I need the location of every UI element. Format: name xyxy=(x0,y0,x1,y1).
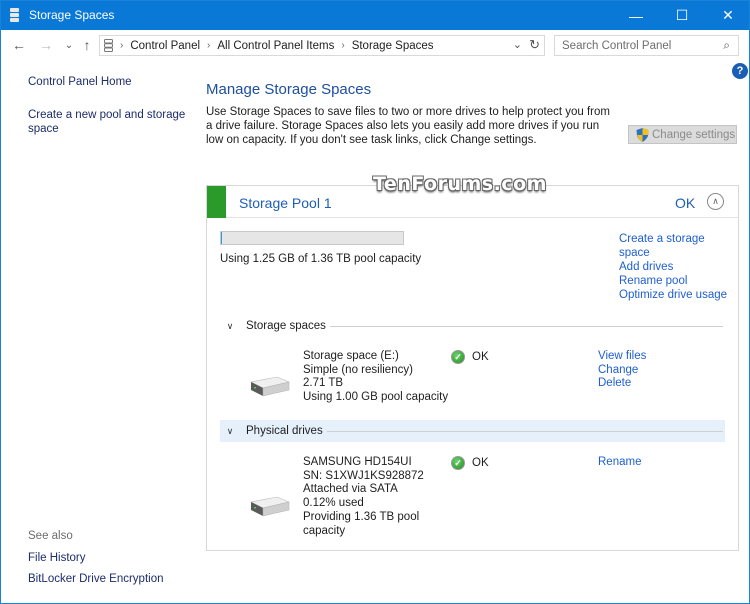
delete-link[interactable]: Delete xyxy=(598,377,646,391)
physical-drive-status: ✓ OK xyxy=(451,456,489,470)
storage-spaces-section-label: Storage spaces xyxy=(246,320,326,332)
pool-name: Storage Pool 1 xyxy=(239,195,332,211)
ok-check-icon: ✓ xyxy=(451,456,465,470)
rename-drive-link[interactable]: Rename xyxy=(598,456,641,470)
close-button[interactable]: ✕ xyxy=(705,1,750,30)
storage-space-actions: View files Change Delete xyxy=(598,350,646,391)
physical-drives-section-label: Physical drives xyxy=(246,425,323,437)
address-bar[interactable]: › Control Panel › All Control Panel Item… xyxy=(99,35,545,56)
storage-space-status: ✓ OK xyxy=(451,350,489,364)
address-dropdown-icon[interactable]: ⌄ xyxy=(513,38,522,51)
maximize-icon: ☐ xyxy=(675,7,689,23)
breadcrumb-separator-icon: › xyxy=(120,40,124,51)
search-input[interactable]: Search Control Panel ⌕ xyxy=(554,35,739,56)
sidebar-create-pool[interactable]: Create a new pool and storage space xyxy=(28,108,188,136)
maximize-button[interactable]: ☐ xyxy=(659,1,705,30)
back-button[interactable]: ← xyxy=(10,36,28,54)
section-divider xyxy=(329,325,723,327)
optimize-drive-usage-link[interactable]: Optimize drive usage xyxy=(619,288,734,302)
physical-drives-section-header[interactable]: ∨ Physical drives xyxy=(220,420,725,442)
ok-check-icon: ✓ xyxy=(451,350,465,364)
breadcrumb-all-items[interactable]: All Control Panel Items xyxy=(217,40,334,52)
storage-space-status-text: OK xyxy=(472,351,489,363)
page-description: Use Storage Spaces to save files to two … xyxy=(206,106,610,146)
see-also-label: See also xyxy=(28,530,73,542)
drive-icon xyxy=(250,496,290,517)
breadcrumb-separator-icon: › xyxy=(341,40,345,51)
storage-space-info: Storage space (E:) Simple (no resiliency… xyxy=(303,350,448,405)
rename-pool-link[interactable]: Rename pool xyxy=(619,274,734,288)
pool-usage-text: Using 1.25 GB of 1.36 TB pool capacity xyxy=(220,253,422,265)
drive-serial: SN: S1XWJ1KS928872 xyxy=(303,469,424,482)
search-placeholder: Search Control Panel xyxy=(562,39,672,52)
page-title: Manage Storage Spaces xyxy=(206,81,372,98)
storage-space-name: Storage space (E:) xyxy=(303,350,399,362)
storage-space-resiliency: Simple (no resiliency) xyxy=(303,363,413,376)
storage-spaces-location-icon xyxy=(104,39,113,52)
create-storage-space-link[interactable]: Create a storage space xyxy=(619,232,734,260)
breadcrumb-control-panel[interactable]: Control Panel xyxy=(130,40,200,52)
chevron-down-icon: ⌄ xyxy=(64,39,74,51)
physical-drive-status-text: OK xyxy=(472,457,489,469)
sidebar-control-panel-home[interactable]: Control Panel Home xyxy=(28,75,132,89)
navigation-bar: ← → ⌄ ↑ › Control Panel › All Control Pa… xyxy=(1,30,749,60)
pool-status: OK xyxy=(675,195,696,211)
drive-model: SAMSUNG HD154UI xyxy=(303,456,412,468)
add-drives-link[interactable]: Add drives xyxy=(619,260,734,274)
storage-spaces-app-icon xyxy=(10,8,19,22)
search-icon[interactable]: ⌕ xyxy=(723,38,730,53)
change-settings-button[interactable]: Change settings xyxy=(628,125,737,144)
drive-providing: Providing 1.36 TB pool xyxy=(303,510,420,523)
up-arrow-icon: ↑ xyxy=(83,37,91,53)
sidebar: Control Panel Home Create a new pool and… xyxy=(1,60,201,604)
title-bar: Storage Spaces — ☐ ✕ xyxy=(1,1,749,30)
change-settings-label: Change settings xyxy=(652,128,736,141)
drive-icon xyxy=(250,376,290,397)
storage-pool-panel: Storage Pool 1 OK ∧ Using 1.25 GB of 1.3… xyxy=(206,185,739,551)
window-title: Storage Spaces xyxy=(29,8,115,22)
pool-task-links: Create a storage space Add drives Rename… xyxy=(619,232,734,302)
uac-shield-icon xyxy=(636,127,649,142)
minimize-button[interactable]: — xyxy=(613,1,659,30)
forward-button[interactable]: → xyxy=(37,36,55,54)
see-also-file-history[interactable]: File History xyxy=(28,551,86,565)
physical-drive-actions: Rename xyxy=(598,456,641,470)
forward-arrow-icon: → xyxy=(39,37,53,53)
refresh-icon[interactable]: ↻ xyxy=(529,37,540,53)
breadcrumb-storage-spaces[interactable]: Storage Spaces xyxy=(352,40,434,52)
collapse-pool-button[interactable]: ∧ xyxy=(707,193,724,210)
back-arrow-icon: ← xyxy=(12,37,26,53)
pool-capacity-bar xyxy=(220,231,404,245)
up-button[interactable]: ↑ xyxy=(78,36,96,54)
recent-locations-button[interactable]: ⌄ xyxy=(60,36,78,54)
section-divider xyxy=(326,430,723,432)
see-also-bitlocker[interactable]: BitLocker Drive Encryption xyxy=(28,572,164,586)
breadcrumb-separator-icon: › xyxy=(207,40,211,51)
storage-spaces-window: Storage Spaces — ☐ ✕ ← → ⌄ ↑ › Control P… xyxy=(0,0,750,604)
chevron-down-icon[interactable]: ∨ xyxy=(220,426,240,437)
chevron-down-icon[interactable]: ∨ xyxy=(220,321,240,332)
minimize-icon: — xyxy=(629,7,643,24)
drive-connection: Attached via SATA xyxy=(303,483,398,496)
pool-status-accent xyxy=(207,186,226,218)
physical-drive-info: SAMSUNG HD154UI SN: S1XWJ1KS928872 Attac… xyxy=(303,456,424,538)
storage-spaces-section-header[interactable]: ∨ Storage spaces xyxy=(220,315,725,337)
help-icon[interactable]: ? xyxy=(732,63,748,79)
storage-space-size: 2.71 TB xyxy=(303,377,344,390)
storage-space-usage: Using 1.00 GB pool capacity xyxy=(303,391,449,404)
drive-providing-cont: capacity xyxy=(303,524,346,537)
change-link[interactable]: Change xyxy=(598,364,646,378)
close-icon: ✕ xyxy=(722,7,734,23)
watermark: TenForums.com xyxy=(373,173,547,195)
drive-used: 0.12% used xyxy=(303,497,364,510)
view-files-link[interactable]: View files xyxy=(598,350,646,364)
chevron-up-icon: ∧ xyxy=(712,196,719,206)
